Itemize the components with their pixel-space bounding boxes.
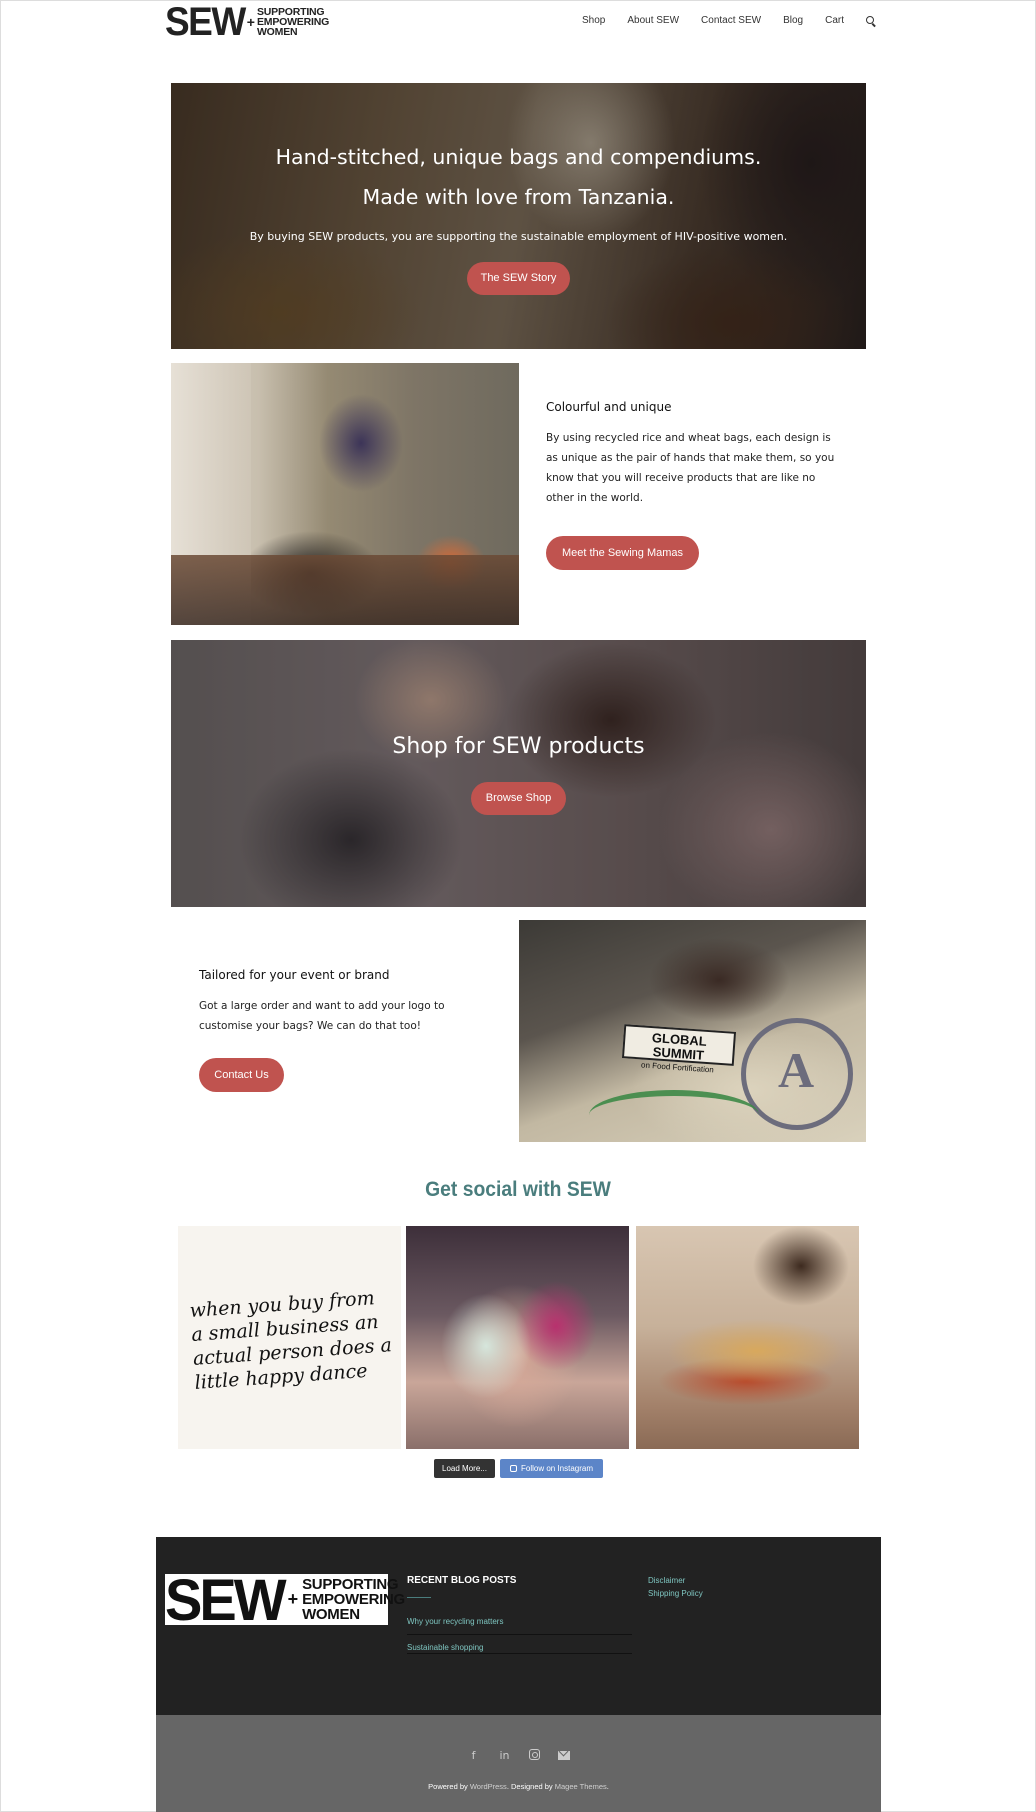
credits-prefix: Powered by — [428, 1782, 470, 1791]
tailored-section: Tailored for your event or brand Got a l… — [199, 968, 499, 1036]
logo-tagline: SUPPORTING EMPOWERING WOMEN — [256, 7, 329, 38]
instagram-post-1[interactable]: when you buy from a small business an ac… — [178, 1226, 401, 1449]
footer-logo-mark: SEW — [165, 1566, 287, 1632]
credits-mid: . Designed by — [506, 1782, 555, 1791]
site-logo[interactable]: SEW + SUPPORTING EMPOWERING WOMEN — [165, 0, 329, 44]
blog-post-link-1[interactable]: Why your recycling matters — [407, 1617, 503, 1626]
instagram-post-3[interactable] — [636, 1226, 859, 1449]
instagram-icon[interactable] — [529, 1749, 540, 1760]
summit-label-line-2: on Food Fortification — [640, 1060, 715, 1075]
email-icon[interactable] — [558, 1751, 570, 1760]
credits-suffix: . — [606, 1782, 609, 1791]
hero-title-line-1: Hand-stitched, unique bags and compendiu… — [275, 145, 762, 169]
recent-posts-title: RECENT BLOG POSTS — [407, 1575, 517, 1586]
tailored-heading: Tailored for your event or brand — [199, 968, 390, 982]
sewing-mama-photo — [171, 363, 519, 625]
hero-subtitle: By buying SEW products, you are supporti… — [249, 230, 788, 243]
logo-word-3: WOMEN — [256, 26, 298, 38]
recent-posts-divider — [407, 1597, 431, 1598]
post-divider-1 — [407, 1634, 632, 1635]
shipping-policy-link[interactable]: Shipping Policy — [648, 1589, 703, 1598]
leaf-print — [589, 1090, 759, 1140]
footer-widgets: SEW + SUPPORTING EMPOWERING WOMEN RECENT… — [156, 1537, 881, 1715]
hero-banner: Hand-stitched, unique bags and compendiu… — [171, 83, 866, 349]
footer-logo: SEW + SUPPORTING EMPOWERING WOMEN — [165, 1566, 405, 1632]
footer-logo-word-3: WOMEN — [302, 1606, 360, 1623]
nav-shop[interactable]: Shop — [582, 15, 605, 26]
instagram-post-1-text: when you buy from a small business an ac… — [188, 1287, 393, 1394]
summit-label-line-1: GLOBAL SUMMIT — [651, 1030, 708, 1063]
footer-bottom: f in Powered by WordPress. Designed by M… — [156, 1715, 881, 1812]
tailored-body: Got a large order and want to add your l… — [199, 1000, 445, 1032]
follow-instagram-label: Follow on Instagram — [520, 1464, 594, 1473]
shop-content: Shop for SEW products Browse Shop — [171, 640, 866, 907]
wordpress-link[interactable]: WordPress — [470, 1782, 507, 1791]
linkedin-icon[interactable]: in — [498, 1749, 511, 1762]
sew-story-button[interactable]: The SEW Story — [467, 262, 570, 295]
social-title: Get social with SEW — [425, 1178, 611, 1201]
logo-mark: SEW — [165, 0, 246, 44]
footer-credits: Powered by WordPress. Designed by Magee … — [156, 1782, 881, 1791]
nav-blog[interactable]: Blog — [783, 15, 803, 26]
post-divider-2 — [407, 1653, 632, 1654]
disclaimer-link[interactable]: Disclaimer — [648, 1576, 685, 1585]
meet-sewing-mamas-button[interactable]: Meet the Sewing Mamas — [546, 536, 699, 570]
footer-logo-word-1: SUPPORTING — [302, 1576, 399, 1593]
footer-logo-word-2: EMPOWERING — [302, 1591, 405, 1608]
instagram-post-2[interactable] — [406, 1226, 629, 1449]
hero-title: Hand-stitched, unique bags and compendiu… — [171, 137, 866, 217]
footer-social-icons: f in — [156, 1749, 881, 1762]
instagram-icon — [509, 1465, 517, 1472]
colourful-body: By using recycled rice and wheat bags, e… — [546, 432, 835, 504]
browse-shop-button[interactable]: Browse Shop — [471, 782, 566, 815]
facebook-icon[interactable]: f — [467, 1749, 480, 1762]
shop-banner: Shop for SEW products Browse Shop — [171, 640, 866, 907]
logo-plus: + — [246, 14, 255, 30]
magee-themes-link[interactable]: Magee Themes — [555, 1782, 607, 1791]
search-icon[interactable] — [866, 15, 876, 26]
contact-us-button[interactable]: Contact Us — [199, 1058, 284, 1092]
follow-instagram-button[interactable]: Follow on Instagram — [500, 1459, 603, 1478]
site-header: SEW + SUPPORTING EMPOWERING WOMEN Shop A… — [0, 0, 1036, 44]
hero-content: Hand-stitched, unique bags and compendiu… — [171, 83, 866, 349]
nav-cart[interactable]: Cart — [825, 15, 844, 26]
colourful-section: Colourful and unique By using recycled r… — [546, 400, 836, 508]
blog-post-link-2[interactable]: Sustainable shopping — [407, 1643, 484, 1652]
nav-contact-sew[interactable]: Contact SEW — [701, 15, 761, 26]
custom-bag-photo: GLOBAL SUMMIT on Food Fortification — [519, 920, 866, 1142]
main-nav: Shop About SEW Contact SEW Blog Cart — [560, 15, 876, 26]
nav-about-sew[interactable]: About SEW — [627, 15, 679, 26]
footer-logo-plus: + — [287, 1589, 299, 1609]
shop-title: Shop for SEW products — [392, 734, 645, 759]
summit-label: GLOBAL SUMMIT on Food Fortification — [621, 1024, 737, 1074]
footer-logo-tagline: SUPPORTING EMPOWERING WOMEN — [302, 1577, 405, 1622]
hero-title-line-2: Made with love from Tanzania. — [362, 185, 675, 209]
load-more-button[interactable]: Load More... — [434, 1459, 495, 1478]
colourful-heading: Colourful and unique — [546, 400, 672, 414]
